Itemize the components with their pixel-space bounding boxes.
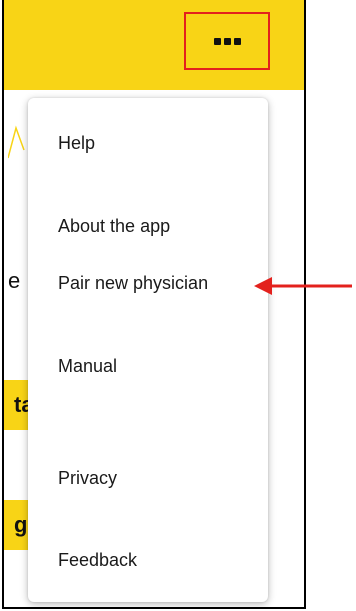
menu-item-about-the-app[interactable]: About the app xyxy=(28,198,268,254)
more-horizontal-icon xyxy=(213,37,241,45)
phone-screen: e ta g Help About the app Pair new physi… xyxy=(2,0,306,609)
menu-item-manual[interactable]: Manual xyxy=(28,338,268,394)
menu-item-help[interactable]: Help xyxy=(28,115,268,171)
menu-item-feedback[interactable]: Feedback xyxy=(28,532,268,588)
background-partial-text: e xyxy=(8,268,21,293)
screenshot-stage: e ta g Help About the app Pair new physi… xyxy=(0,0,356,611)
background-card-text: g xyxy=(14,512,28,537)
background-chart-line xyxy=(8,125,25,159)
menu-item-privacy[interactable]: Privacy xyxy=(28,450,268,506)
more-options-button[interactable] xyxy=(184,12,270,70)
annotation-arrow-icon xyxy=(254,277,352,295)
app-bar xyxy=(4,0,304,90)
menu-item-pair-new-physician[interactable]: Pair new physician xyxy=(28,255,268,311)
overflow-menu: Help About the app Pair new physician Ma… xyxy=(28,98,268,602)
